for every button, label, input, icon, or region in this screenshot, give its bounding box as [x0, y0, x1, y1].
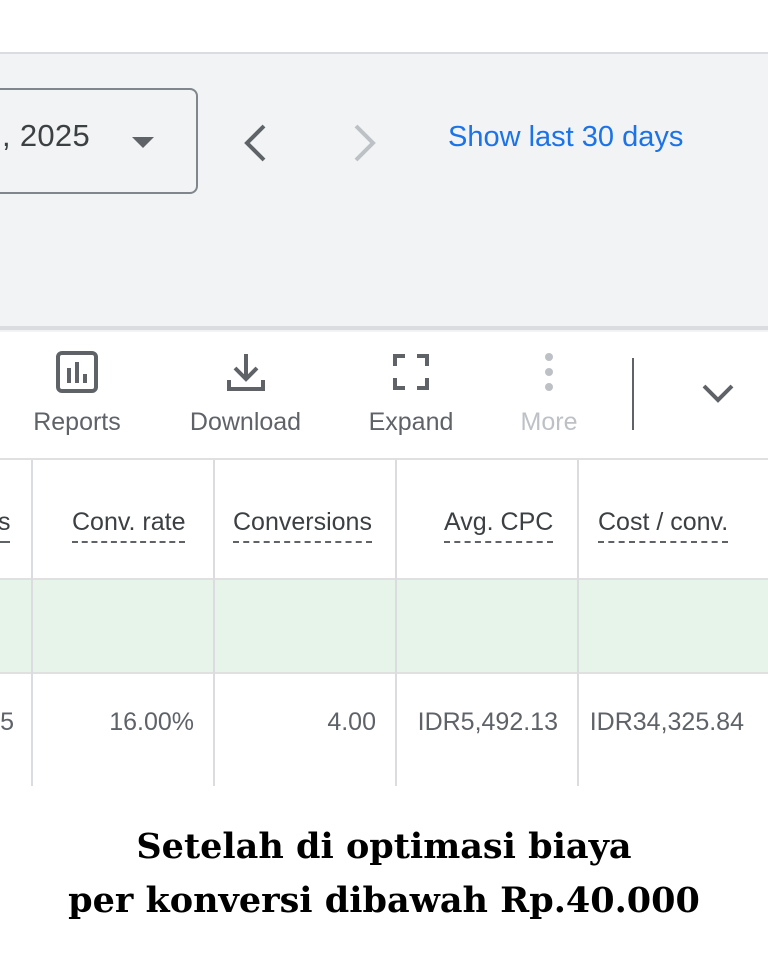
summary-bottom-border [0, 672, 768, 674]
table-cell-cost-per-conv: IDR34,325.84 [589, 708, 744, 736]
column-divider [577, 460, 579, 786]
column-divider [395, 460, 397, 786]
download-icon [226, 354, 265, 391]
download-button[interactable]: Download [178, 350, 313, 437]
collapse-toggle-button[interactable] [700, 380, 736, 413]
summary-row [0, 580, 768, 672]
reports-icon [56, 351, 98, 393]
expand-label: Expand [368, 408, 454, 436]
reports-button[interactable]: Reports [22, 350, 132, 437]
column-header-cost-per-conv[interactable]: Cost / conv. [598, 508, 729, 543]
chevron-down-icon [702, 384, 734, 403]
previous-period-button[interactable] [240, 122, 270, 164]
toolbar-separator [632, 358, 634, 430]
next-period-button[interactable] [350, 122, 380, 164]
expand-button[interactable]: Expand [358, 350, 464, 437]
chevron-left-icon [244, 124, 266, 162]
more-button[interactable]: More [508, 350, 590, 437]
show-last-30-days-link[interactable]: Show last 30 days [448, 121, 683, 154]
date-range-dropdown[interactable]: , 2025 [0, 88, 198, 194]
column-divider [31, 460, 33, 786]
table-cell-conv-rate: 16.00% [109, 708, 194, 736]
chevron-right-icon [354, 124, 376, 162]
column-header-conv-rate[interactable]: Conv. rate [72, 508, 186, 543]
expand-icon [393, 354, 429, 390]
table-cell-avg-cpc: IDR5,492.13 [417, 708, 558, 736]
table-top-border [0, 458, 768, 460]
column-header-partial[interactable]: s [0, 508, 10, 543]
reports-label: Reports [33, 408, 121, 436]
more-label: More [520, 408, 578, 436]
header-bottom-border [0, 578, 768, 580]
table-cell-conversions: 4.00 [327, 708, 376, 736]
caption-line-1: Setelah di optimasi biaya [136, 826, 632, 867]
caption: Setelah di optimasi biaya per konversi d… [0, 820, 768, 928]
caret-down-icon [132, 137, 154, 148]
column-header-conversions[interactable]: Conversions [233, 508, 372, 543]
column-divider [213, 460, 215, 786]
campaign-table: s Conv. rate Conversions Avg. CPC Cost /… [0, 458, 768, 788]
divider [0, 326, 768, 330]
more-vert-icon [545, 353, 553, 391]
download-label: Download [189, 408, 302, 436]
column-header-avg-cpc[interactable]: Avg. CPC [444, 508, 554, 543]
date-range-value: , 2025 [2, 118, 90, 153]
caption-line-2: per konversi dibawah Rp.40.000 [68, 880, 700, 921]
table-cell-partial: 5 [0, 708, 14, 736]
